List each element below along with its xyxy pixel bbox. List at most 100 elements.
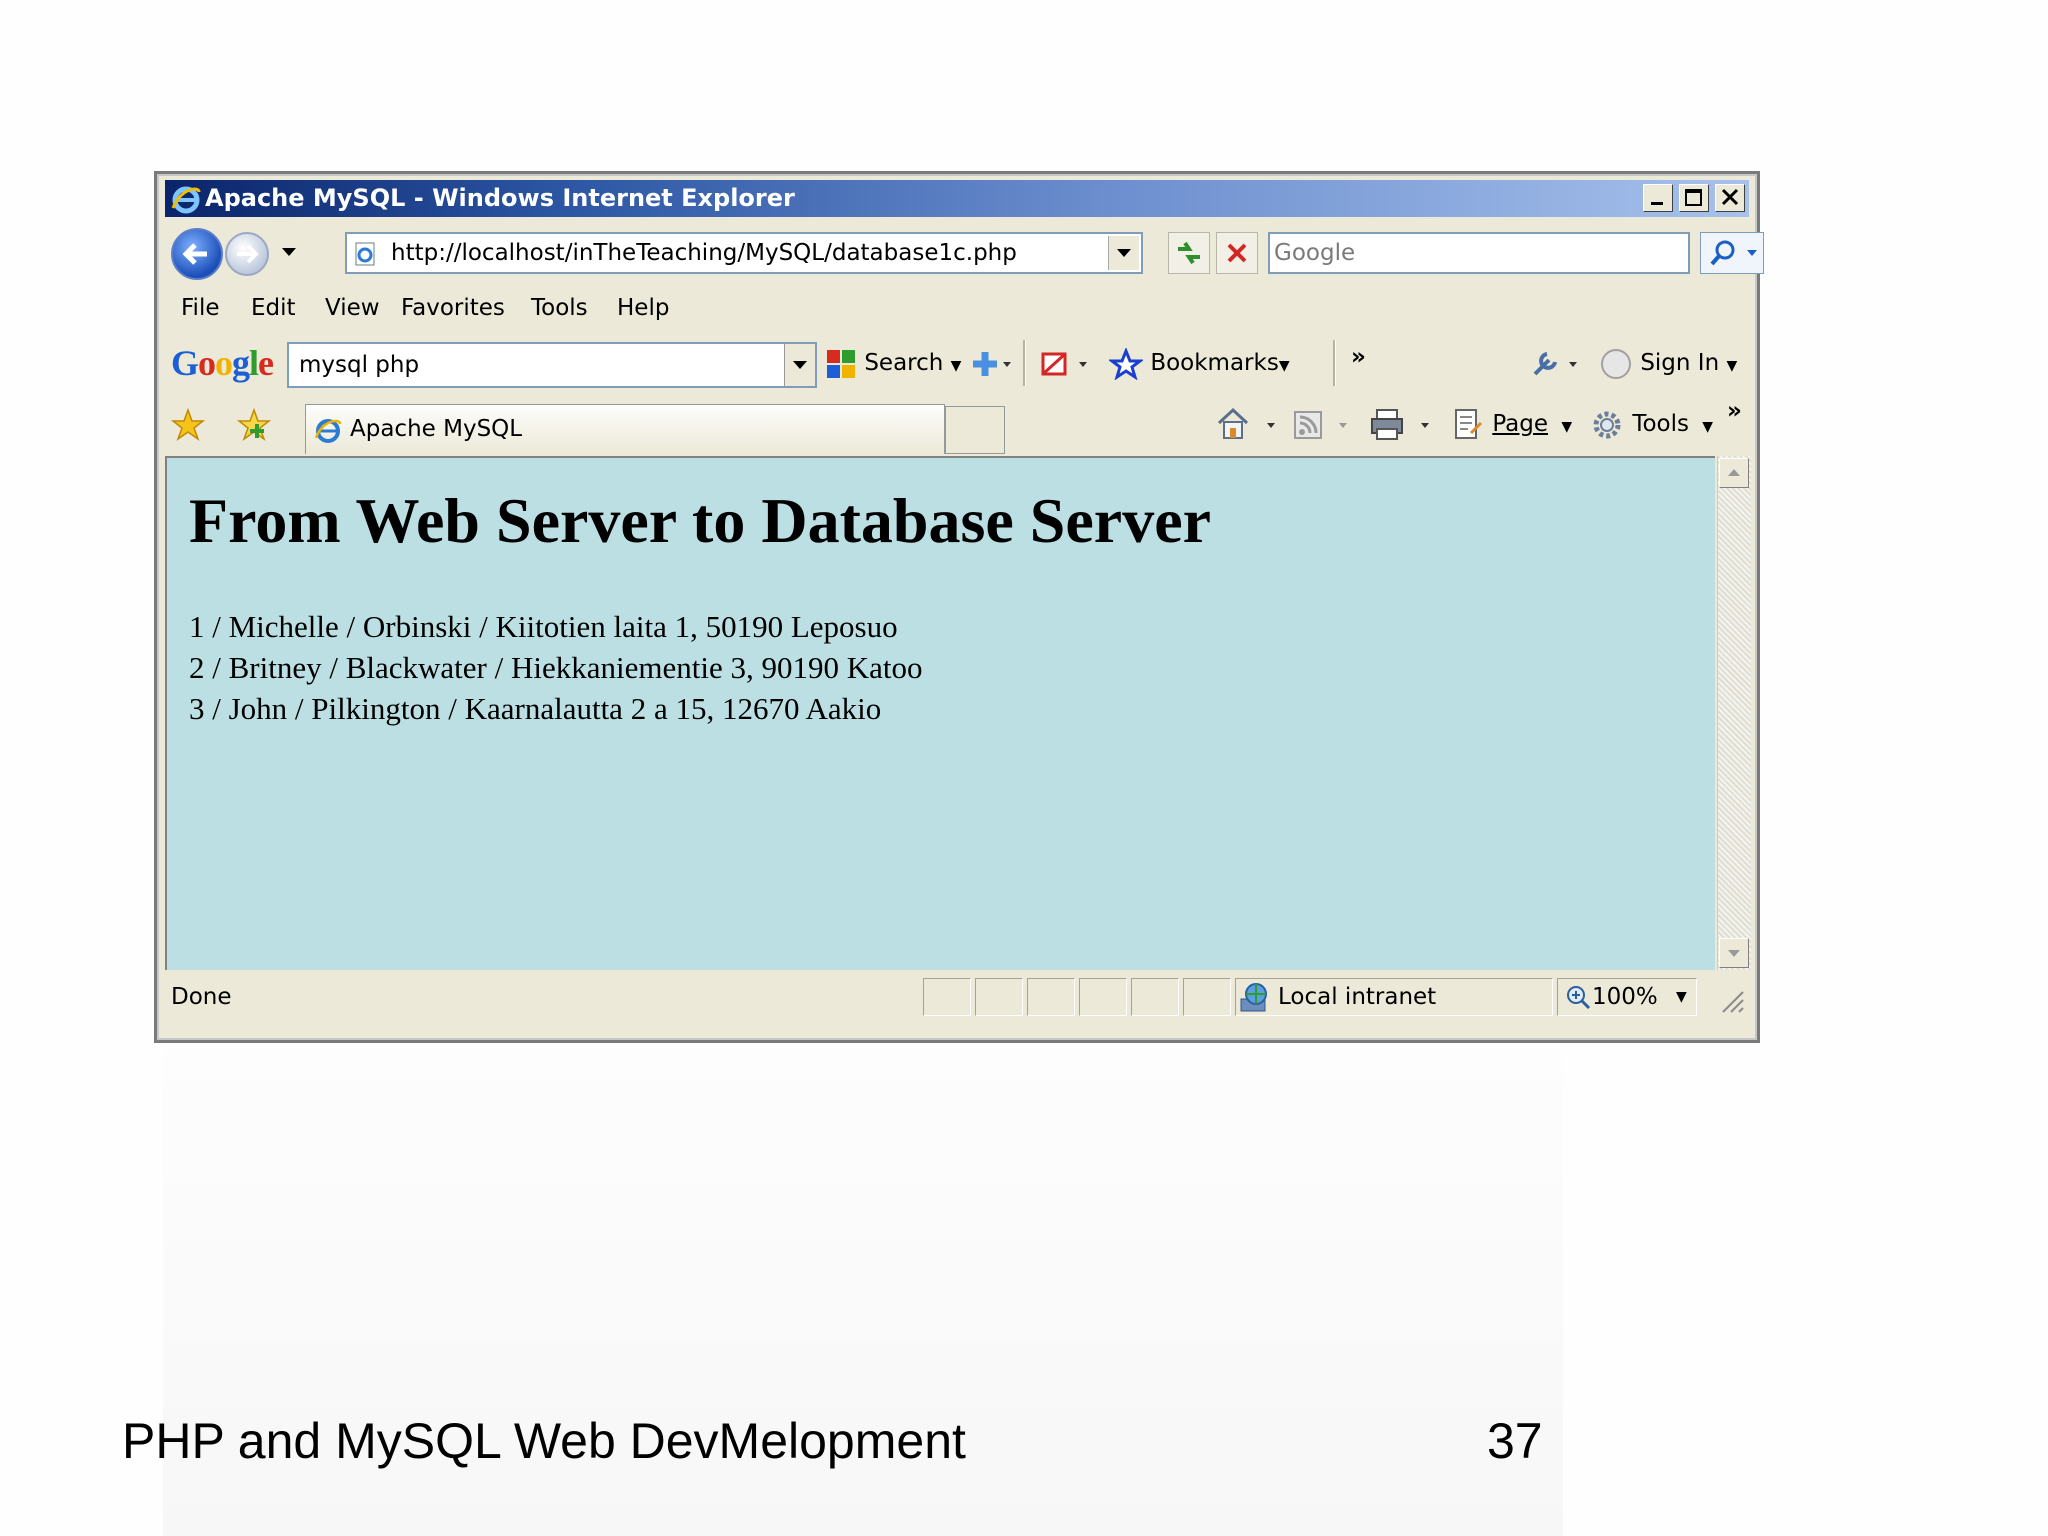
chevron-down-icon xyxy=(1728,950,1740,957)
slide-footer-text: PHP and MySQL Web DevMelopment xyxy=(122,1413,966,1469)
scroll-up-button[interactable] xyxy=(1719,458,1749,488)
address-text[interactable]: http://localhost/inTheTeaching/MySQL/dat… xyxy=(391,234,1017,272)
title-bar: Apache MySQL - Windows Internet Explorer xyxy=(165,180,1749,217)
tools-menu-button[interactable]: Tools ▼ xyxy=(1589,396,1713,455)
record-row: 1 / Michelle / Orbinski / Kiitotien lait… xyxy=(189,609,898,644)
google-search-icon xyxy=(827,349,855,378)
status-cell xyxy=(1079,978,1127,1016)
maximize-icon xyxy=(1685,189,1702,206)
page-icon xyxy=(1455,408,1483,439)
chevron-down-icon: ▼ xyxy=(1561,419,1573,435)
command-bar-more-button[interactable]: » xyxy=(1727,396,1742,426)
vertical-scrollbar[interactable] xyxy=(1717,456,1751,970)
refresh-icon xyxy=(1178,241,1200,265)
google-more-button[interactable]: » xyxy=(1351,332,1366,382)
menu-edit[interactable]: Edit xyxy=(251,286,296,330)
refresh-button[interactable] xyxy=(1168,232,1210,274)
google-search-query[interactable]: mysql php xyxy=(299,352,419,378)
tab-bar: Apache MySQL Page ▼ Tools ▼ » xyxy=(165,396,1749,455)
zoom-level: 100% xyxy=(1592,984,1658,1010)
resize-grip-icon[interactable] xyxy=(1719,988,1745,1014)
google-settings-button[interactable] xyxy=(1529,332,1585,394)
back-arrow-icon xyxy=(182,243,207,265)
popup-blocker-icon xyxy=(1041,352,1087,375)
google-toolbar: Google mysql php Search ▼ Bookmarks▼ » S… xyxy=(165,332,1749,394)
status-cell xyxy=(1027,978,1075,1016)
printer-icon xyxy=(1371,408,1429,440)
navigation-bar: http://localhost/inTheTeaching/MySQL/dat… xyxy=(165,222,1764,284)
menu-help[interactable]: Help xyxy=(617,286,669,330)
chevron-down-icon xyxy=(1117,249,1131,257)
home-button[interactable] xyxy=(1215,396,1283,452)
google-search-dropdown[interactable] xyxy=(784,344,815,386)
search-go-button[interactable] xyxy=(1700,232,1764,274)
intranet-globe-icon xyxy=(1240,983,1267,1012)
status-cell xyxy=(975,978,1023,1016)
menu-bar: File Edit View Favorites Tools Help xyxy=(165,286,1749,330)
ie-page-icon xyxy=(314,419,342,443)
back-button[interactable] xyxy=(171,228,223,280)
status-text: Done xyxy=(171,984,232,1010)
tab-apache-mysql[interactable]: Apache MySQL xyxy=(305,404,945,454)
chevron-down-icon: ▼ xyxy=(1278,358,1290,374)
sign-in-button[interactable]: Sign In ▼ xyxy=(1599,332,1737,397)
minimize-button[interactable] xyxy=(1643,184,1673,212)
page-menu-button[interactable]: Page ▼ xyxy=(1451,396,1572,455)
sign-in-label: Sign In xyxy=(1640,350,1720,376)
print-button[interactable] xyxy=(1369,396,1439,452)
menu-view[interactable]: View xyxy=(325,286,380,330)
search-input[interactable]: Google xyxy=(1268,232,1690,274)
browser-window: Apache MySQL - Windows Internet Explorer… xyxy=(154,171,1764,1043)
chevron-down-icon[interactable]: ▼ xyxy=(951,358,962,374)
zoom-control[interactable]: 100% ▼ xyxy=(1557,978,1697,1016)
star-outline-icon xyxy=(1107,346,1145,381)
page-content: From Web Server to Database Server 1 / M… xyxy=(165,456,1715,970)
chevron-down-icon xyxy=(793,361,807,369)
tab-label: Apache MySQL xyxy=(350,416,523,442)
popup-blocker-button[interactable] xyxy=(1039,332,1095,394)
menu-file[interactable]: File xyxy=(181,286,220,330)
forward-arrow-icon xyxy=(237,244,259,264)
address-dropdown-button[interactable] xyxy=(1108,236,1139,270)
google-search-button[interactable]: Search ▼ xyxy=(825,332,961,397)
window-title: Apache MySQL - Windows Internet Explorer xyxy=(205,184,795,212)
page-heading: From Web Server to Database Server xyxy=(189,485,1211,556)
record-row: 2 / Britney / Blackwater / Hiekkaniement… xyxy=(189,650,923,685)
security-zone-label: Local intranet xyxy=(1278,984,1437,1010)
rss-feed-icon xyxy=(1294,410,1347,439)
bookmarks-button[interactable]: Bookmarks▼ xyxy=(1107,332,1290,397)
stop-button[interactable] xyxy=(1216,232,1258,274)
google-search-input[interactable]: mysql php xyxy=(287,342,817,388)
tools-menu-label: Tools xyxy=(1632,411,1689,437)
record-row: 3 / John / Pilkington / Kaarnalautta 2 a… xyxy=(189,691,882,726)
add-button[interactable] xyxy=(965,332,1013,394)
feeds-button[interactable] xyxy=(1291,396,1355,452)
user-circle-icon xyxy=(1601,348,1631,379)
menu-favorites[interactable]: Favorites xyxy=(401,286,505,330)
minimize-icon xyxy=(1651,202,1663,205)
close-button[interactable] xyxy=(1715,184,1745,212)
record-list: 1 / Michelle / Orbinski / Kiitotien lait… xyxy=(189,606,922,729)
add-favorite-icon[interactable] xyxy=(237,408,271,442)
recent-pages-dropdown-icon[interactable] xyxy=(281,246,297,258)
status-cell xyxy=(923,978,971,1016)
bookmarks-label: Bookmarks xyxy=(1150,350,1279,376)
scroll-down-button[interactable] xyxy=(1719,938,1749,968)
home-icon xyxy=(1217,407,1275,439)
gear-icon xyxy=(1593,411,1621,438)
search-icon xyxy=(1710,240,1757,266)
zoom-icon xyxy=(1567,986,1591,1010)
slide-page-number: 37 xyxy=(1487,1413,1543,1469)
security-zone[interactable]: Local intranet xyxy=(1235,978,1553,1016)
menu-tools[interactable]: Tools xyxy=(531,286,588,330)
address-bar[interactable]: http://localhost/inTheTeaching/MySQL/dat… xyxy=(345,232,1143,274)
maximize-button[interactable] xyxy=(1679,184,1709,212)
page-icon xyxy=(355,242,375,266)
plus-icon xyxy=(973,351,1011,376)
new-tab-button[interactable] xyxy=(945,406,1005,454)
forward-button[interactable] xyxy=(225,232,269,276)
page-menu-label: Page xyxy=(1492,411,1548,437)
google-logo: Google xyxy=(171,343,274,383)
status-bar: Done Local intranet 100% ▼ xyxy=(165,974,1749,1020)
favorites-star-icon[interactable] xyxy=(171,408,205,442)
